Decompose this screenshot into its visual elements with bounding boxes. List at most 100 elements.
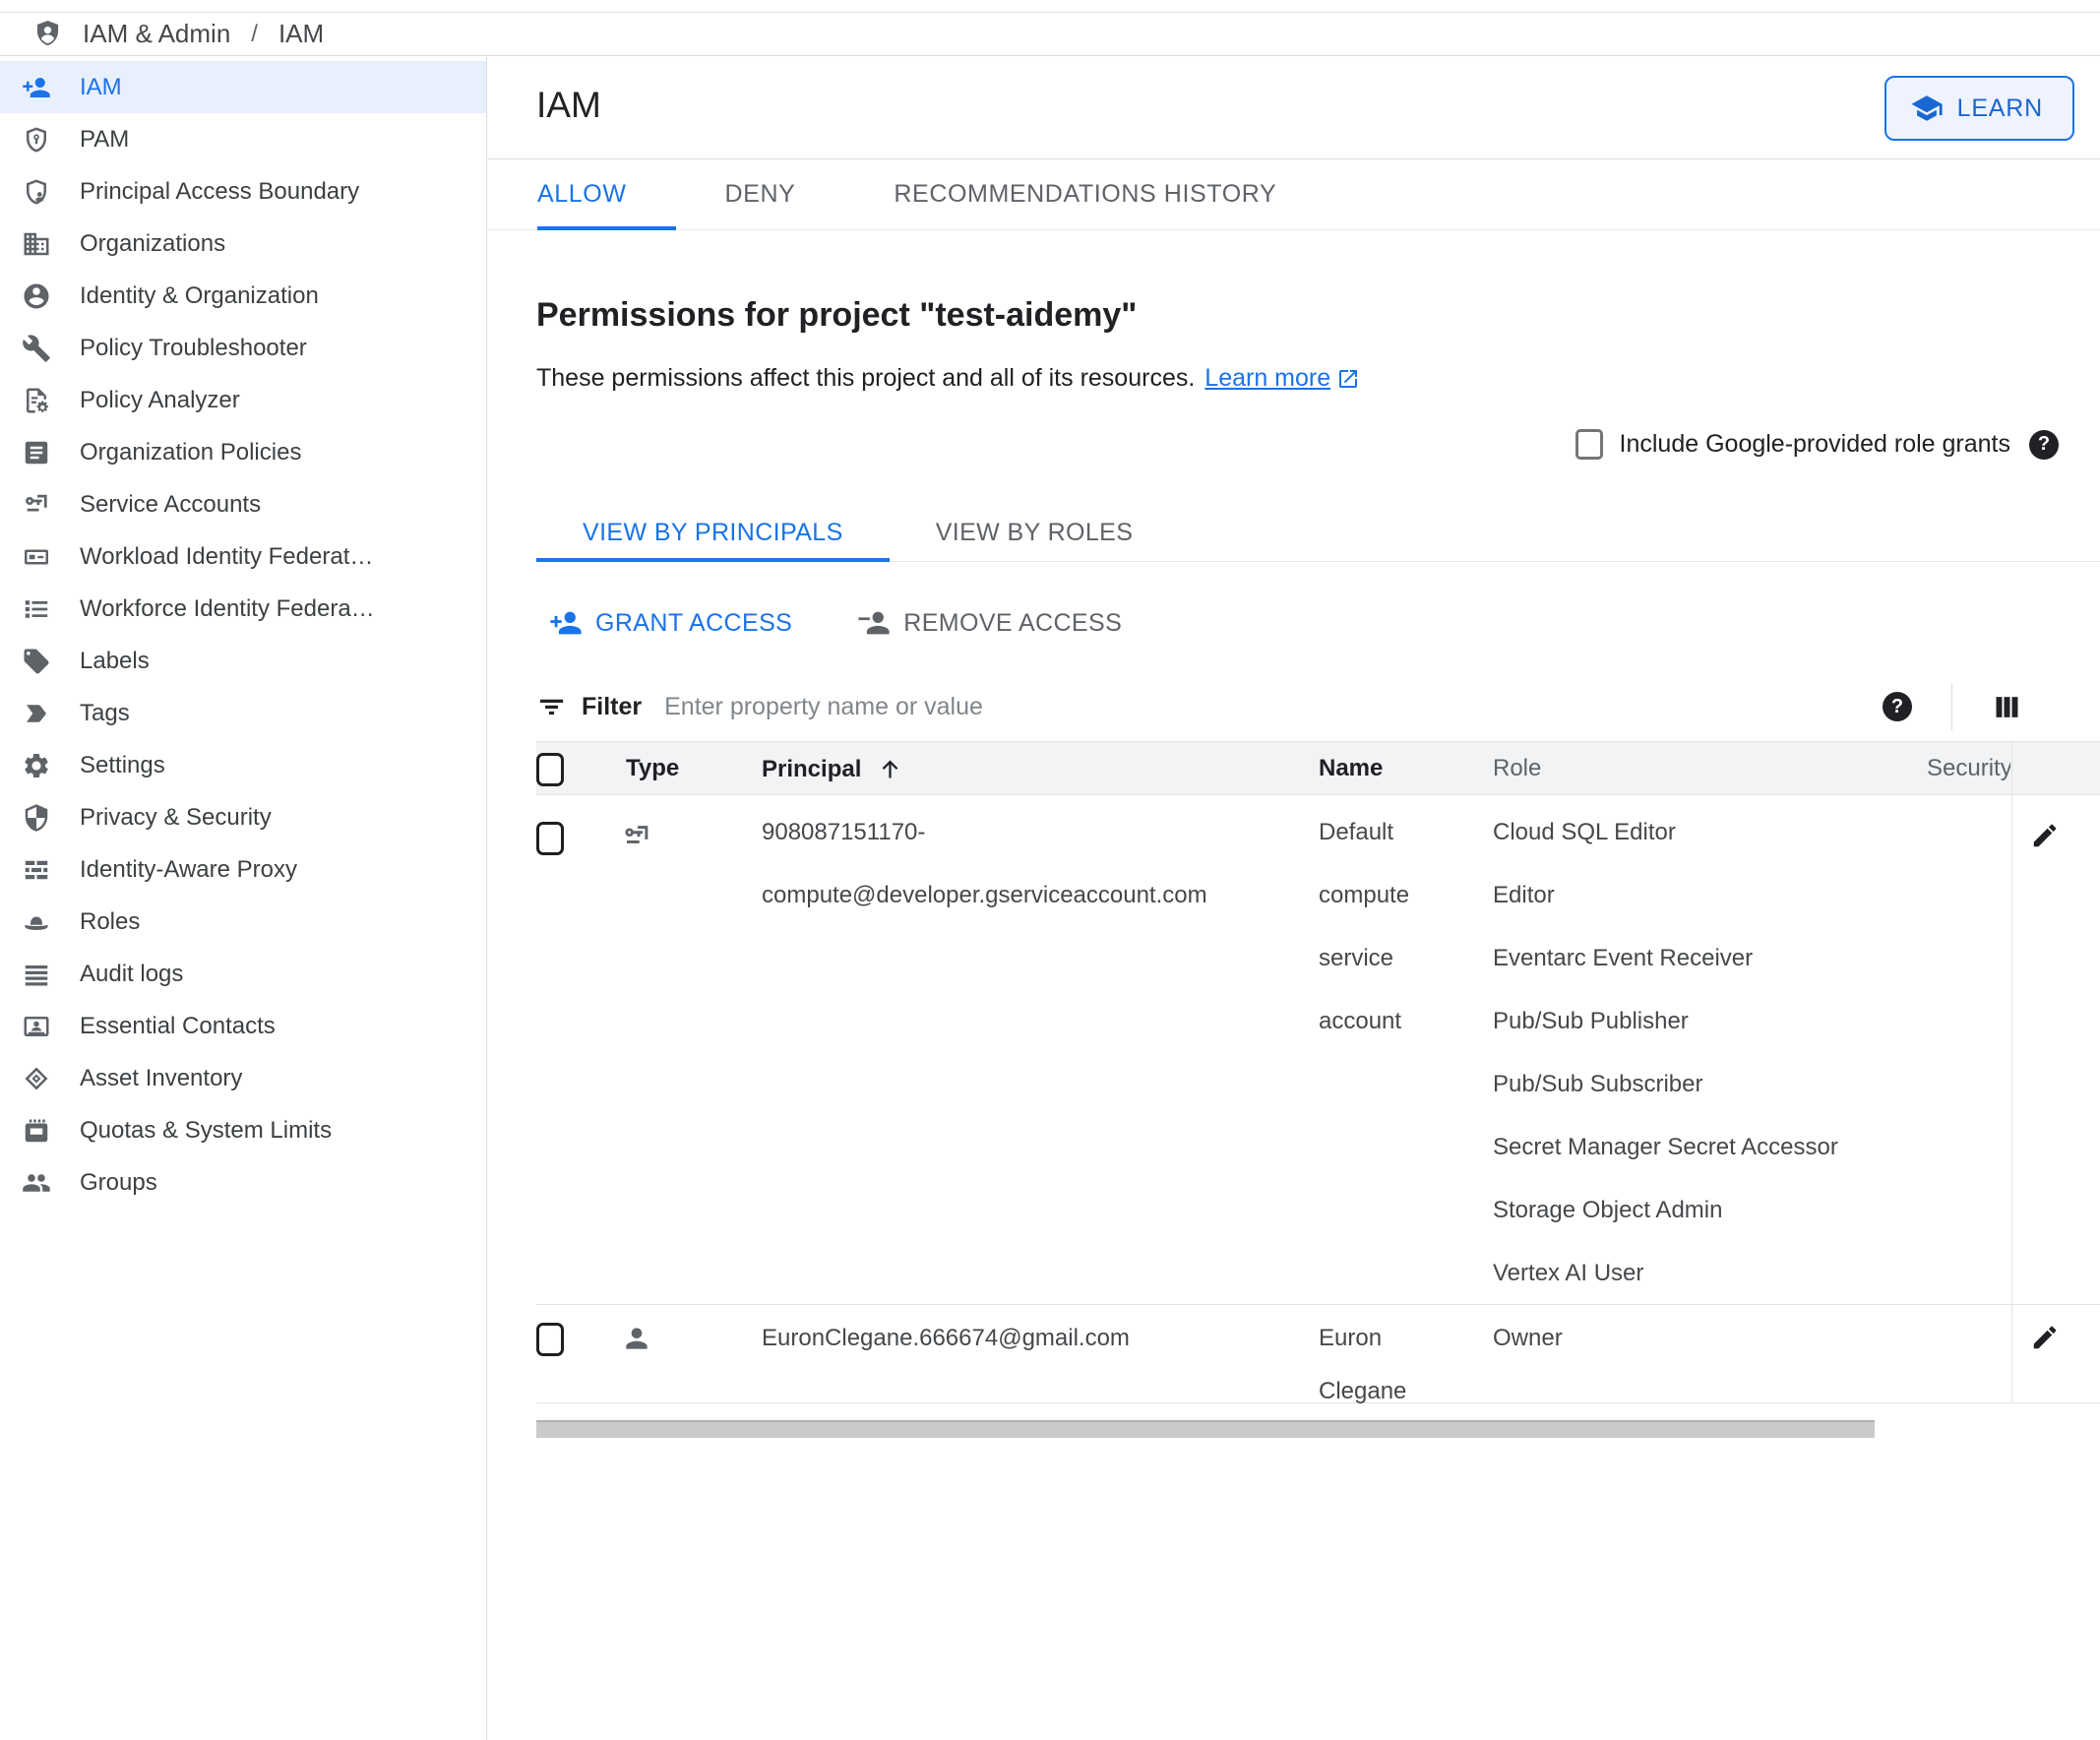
breadcrumb-section[interactable]: IAM & Admin: [83, 19, 230, 49]
breadcrumb-page: IAM: [278, 19, 325, 48]
select-all-checkbox[interactable]: [536, 753, 564, 786]
learn-more-link[interactable]: Learn more: [1204, 364, 1330, 393]
column-header-principal[interactable]: Principal: [762, 742, 903, 796]
edit-principal-button[interactable]: [2025, 1318, 2065, 1357]
role-item: Pub/Sub Subscriber: [1493, 1071, 1703, 1097]
subtitle-text: These permissions affect this project an…: [536, 364, 1196, 392]
page-title: IAM: [536, 85, 601, 125]
table-row: 908087151170-compute@developer.gservicea…: [536, 795, 2100, 1305]
sidebar-item-label: Identity & Organization: [80, 281, 319, 309]
sidebar-item-label: Policy Analyzer: [80, 386, 240, 413]
grant-access-button[interactable]: GRANT ACCESS: [549, 606, 792, 640]
tab-recommendations-history[interactable]: RECOMMENDATIONS HISTORY: [894, 159, 1326, 229]
gear-icon: [22, 751, 51, 780]
list-icon: [22, 594, 51, 624]
sidebar-item-identity-organization[interactable]: Identity & Organization: [0, 270, 486, 322]
sidebar-item-label: Principal Access Boundary: [80, 177, 360, 205]
tab-deny[interactable]: DENY: [725, 159, 845, 229]
security-column-divider: [2011, 741, 2012, 1403]
sidebar-item-roles[interactable]: Roles: [0, 896, 486, 948]
remove-access-button[interactable]: REMOVE ACCESS: [857, 606, 1122, 640]
person-remove-icon: [858, 611, 890, 635]
column-header-name[interactable]: Name: [1319, 742, 1383, 794]
sidebar-item-label: Policy Troubleshooter: [80, 334, 307, 361]
remove-access-label: REMOVE ACCESS: [903, 608, 1123, 637]
tab-allow[interactable]: ALLOW: [537, 159, 676, 230]
sort-ascending-icon: [883, 760, 898, 778]
person-icon: [621, 1323, 652, 1359]
people-icon: [22, 1168, 51, 1198]
mortarboard-icon: [1911, 95, 1943, 121]
row-checkbox[interactable]: [536, 1323, 564, 1356]
shield-half-icon: [22, 803, 51, 833]
quota-icon: [22, 1116, 51, 1146]
sidebar-item-policy-troubleshooter[interactable]: Policy Troubleshooter: [0, 322, 486, 374]
column-header-security[interactable]: Security: [1927, 742, 2010, 794]
service-account-key-icon: [22, 490, 51, 520]
sidebar-item-workload-identity-federation[interactable]: Workload Identity Federat…: [0, 530, 486, 583]
grants-help-icon[interactable]: ?: [2029, 429, 2059, 460]
column-display-icon[interactable]: [1992, 692, 2022, 722]
role-item: Secret Manager Secret Accessor: [1493, 1134, 1838, 1160]
sidebar-item-quotas[interactable]: Quotas & System Limits: [0, 1104, 486, 1156]
learn-button[interactable]: LEARN: [1884, 76, 2074, 141]
sidebar-item-organization-policies[interactable]: Organization Policies: [0, 426, 486, 478]
iam-admin-sidebar: IAM PAM Principal Access Boundary Organi…: [0, 57, 487, 1740]
role-cell: Owner: [1493, 1305, 1985, 1365]
column-header-role[interactable]: Role: [1493, 742, 1541, 794]
sidebar-item-service-accounts[interactable]: Service Accounts: [0, 478, 486, 530]
sidebar-item-asset-inventory[interactable]: Asset Inventory: [0, 1052, 486, 1104]
edit-principal-button[interactable]: [2025, 816, 2065, 855]
sidebar-item-privacy-security[interactable]: Privacy & Security: [0, 791, 486, 843]
tab-label: DENY: [724, 180, 796, 208]
sidebar-item-pam[interactable]: PAM: [0, 113, 486, 165]
sidebar-item-labels[interactable]: Labels: [0, 635, 486, 687]
sidebar-item-label: Quotas & System Limits: [80, 1116, 333, 1144]
include-google-grants-checkbox[interactable]: [1575, 429, 1603, 460]
column-header-type[interactable]: Type: [626, 742, 679, 794]
include-google-grants-label: Include Google-provided role grants: [1619, 430, 2010, 458]
sidebar-item-label: Organization Policies: [80, 438, 302, 466]
tab-view-by-roles[interactable]: VIEW BY ROLES: [890, 505, 1180, 561]
role-cell: Cloud SQL Editor Editor Eventarc Event R…: [1493, 795, 1985, 1305]
sidebar-item-essential-contacts[interactable]: Essential Contacts: [0, 1000, 486, 1052]
tab-label: ALLOW: [537, 180, 627, 208]
principal-cell: EuronClegane.666674@gmail.com: [762, 1325, 1130, 1351]
sidebar-item-label: Tags: [80, 699, 130, 726]
horizontal-lines-icon: [22, 960, 51, 989]
sidebar-item-settings[interactable]: Settings: [0, 739, 486, 791]
filter-tools: ?: [1883, 681, 2022, 732]
sidebar-item-identity-aware-proxy[interactable]: Identity-Aware Proxy: [0, 843, 486, 896]
role-item: Storage Object Admin: [1493, 1197, 1723, 1223]
horizontal-scrollbar[interactable]: [536, 1420, 1875, 1438]
sidebar-item-label: Organizations: [80, 229, 226, 257]
sidebar-item-label: Roles: [80, 907, 141, 935]
role-item: Cloud SQL Editor: [1493, 819, 1676, 845]
organization-icon: [22, 229, 51, 259]
row-checkbox[interactable]: [536, 822, 564, 855]
role-item: Vertex AI User: [1493, 1260, 1644, 1286]
sidebar-item-groups[interactable]: Groups: [0, 1156, 486, 1209]
name-cell: Default compute service account: [1319, 819, 1410, 1034]
sidebar-item-iam[interactable]: IAM: [0, 61, 486, 113]
contact-card-icon: [22, 1012, 51, 1041]
filter-help-icon[interactable]: ?: [1883, 692, 1912, 721]
person-add-icon: [22, 73, 51, 102]
id-card-icon: [22, 542, 51, 572]
iam-main-panel: IAM LEARN ALLOW DENY RECOMMENDATIONS HIS…: [488, 57, 2100, 1740]
sidebar-item-policy-analyzer[interactable]: Policy Analyzer: [0, 374, 486, 426]
hat-icon: [22, 907, 51, 937]
sidebar-item-label: PAM: [80, 125, 130, 153]
tab-label: VIEW BY PRINCIPALS: [583, 519, 843, 546]
sidebar-item-principal-access-boundary[interactable]: Principal Access Boundary: [0, 165, 486, 218]
sidebar-item-audit-logs[interactable]: Audit logs: [0, 948, 486, 1000]
sidebar-item-organizations[interactable]: Organizations: [0, 218, 486, 270]
name-cell: Euron Clegane: [1319, 1325, 1407, 1404]
tab-view-by-principals[interactable]: VIEW BY PRINCIPALS: [536, 505, 890, 562]
role-item: Owner: [1493, 1325, 1563, 1351]
sidebar-item-workforce-identity-federation[interactable]: Workforce Identity Federa…: [0, 583, 486, 635]
sidebar-item-label: Settings: [80, 751, 165, 778]
nested-diamond-icon: [22, 1064, 51, 1093]
sidebar-item-tags[interactable]: Tags: [0, 687, 486, 739]
grant-access-label: GRANT ACCESS: [595, 608, 793, 637]
